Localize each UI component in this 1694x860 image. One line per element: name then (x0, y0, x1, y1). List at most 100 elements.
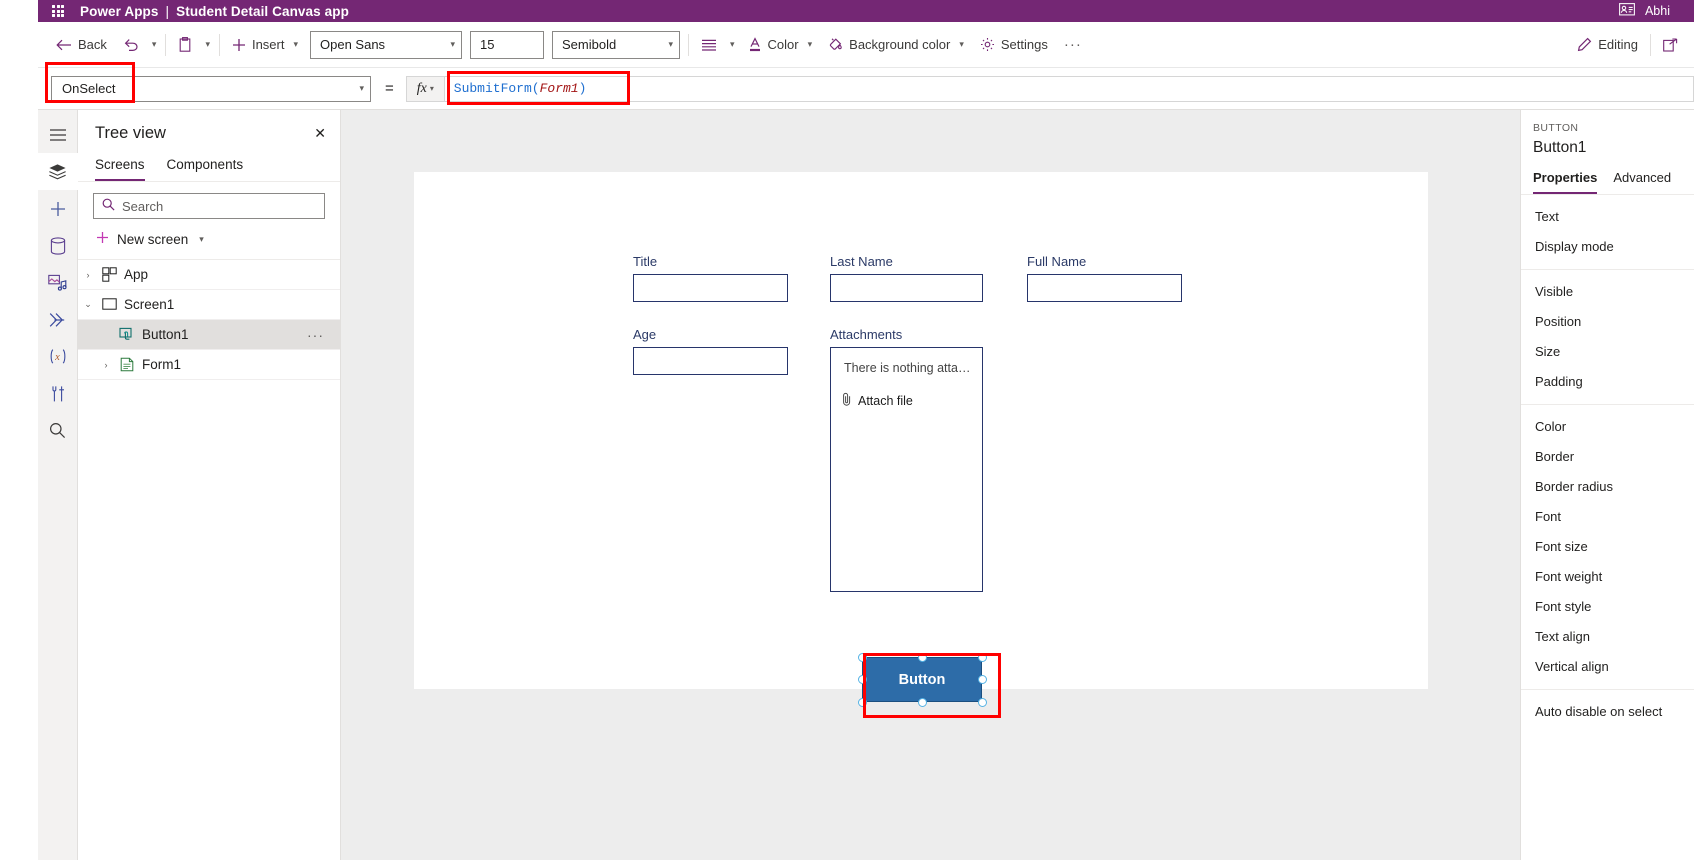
text-input-age[interactable] (633, 347, 788, 375)
tree-node-app[interactable]: › App (78, 260, 340, 290)
sidebar-item-power-automate[interactable] (38, 301, 78, 338)
resize-handle-middle-left[interactable] (857, 675, 867, 684)
resize-handle-bottom-right[interactable] (977, 697, 987, 707)
property-row-size[interactable]: Size (1521, 336, 1694, 366)
font-weight-select[interactable]: Semibold ▾ (552, 30, 681, 59)
tab-properties[interactable]: Properties (1533, 170, 1598, 194)
property-row-color[interactable]: Color (1521, 411, 1694, 441)
canvas-button-label: Button (898, 671, 946, 688)
form-field-age[interactable]: Age (633, 327, 788, 375)
resize-handle-top-right[interactable] (977, 652, 987, 662)
text-align-chevron-down-icon[interactable]: ▾ (725, 29, 740, 61)
property-row-border[interactable]: Border (1521, 441, 1694, 471)
property-row-position[interactable]: Position (1521, 306, 1694, 336)
hamburger-menu-icon[interactable] (38, 116, 78, 153)
undo-dropdown-chevron-down-icon[interactable]: ▾ (147, 29, 162, 61)
properties-panel-tabs: Properties Advanced (1521, 157, 1694, 195)
form-field-last-name[interactable]: Last Name (830, 254, 983, 302)
attach-file-button[interactable]: Attach file (842, 392, 913, 409)
background-color-chevron-down-icon[interactable]: ▾ (959, 39, 964, 50)
text-align-button[interactable] (693, 29, 725, 61)
property-row-font[interactable]: Font (1521, 501, 1694, 531)
properties-group-content: Text Display mode (1521, 195, 1694, 270)
insert-chevron-down-icon[interactable]: ▾ (293, 39, 298, 50)
chevron-right-icon[interactable]: › (78, 270, 98, 280)
canvas-submit-button[interactable]: Button (862, 657, 982, 702)
undo-button[interactable] (115, 29, 147, 61)
share-button[interactable] (1655, 29, 1686, 61)
property-row-font-style[interactable]: Font style (1521, 591, 1694, 621)
product-name[interactable]: Power Apps (80, 4, 159, 19)
property-row-auto-disable[interactable]: Auto disable on select (1521, 696, 1694, 726)
close-icon[interactable]: ✕ (314, 125, 326, 142)
app-screen-canvas[interactable]: Title Last Name Full Name Age Attachment… (414, 172, 1428, 707)
tab-advanced[interactable]: Advanced (1613, 170, 1671, 194)
property-row-border-radius[interactable]: Border radius (1521, 471, 1694, 501)
sidebar-item-tree-view[interactable] (37, 153, 78, 190)
color-chevron-down-icon[interactable]: ▾ (808, 39, 813, 50)
property-row-text[interactable]: Text (1521, 201, 1694, 231)
property-row-text-align[interactable]: Text align (1521, 621, 1694, 651)
resize-handle-top-center[interactable] (917, 652, 927, 662)
search-input[interactable]: Search (93, 193, 325, 219)
tree-view-tabs: Screens Components (78, 143, 340, 182)
undo-icon (123, 38, 139, 52)
text-input-last-name[interactable] (830, 274, 983, 302)
user-name[interactable]: Abhi (1645, 4, 1670, 18)
background-color-button[interactable]: Background color ▾ (820, 29, 972, 61)
settings-button[interactable]: Settings (972, 29, 1056, 61)
font-size-input[interactable]: 15 (470, 30, 545, 59)
new-screen-button[interactable]: New screen ▾ (78, 219, 340, 260)
resize-handle-bottom-left[interactable] (857, 697, 867, 707)
left-icon-rail: x (37, 110, 78, 860)
resize-handle-middle-right[interactable] (977, 675, 987, 684)
property-row-font-weight[interactable]: Font weight (1521, 561, 1694, 591)
app-launcher-waffle-icon[interactable] (52, 5, 66, 17)
formula-function-name: SubmitForm (453, 81, 532, 96)
contact-card-icon[interactable] (1619, 3, 1635, 19)
fx-button[interactable]: fx ▾ (405, 75, 444, 102)
top-app-bar: Power Apps | Student Detail Canvas app A… (38, 0, 1694, 22)
form-field-attachments[interactable]: Attachments There is nothing atta… Attac… (830, 327, 983, 592)
sidebar-item-variables[interactable]: x (38, 338, 78, 375)
tab-components[interactable]: Components (167, 157, 244, 181)
form-field-full-name[interactable]: Full Name (1027, 254, 1182, 302)
editing-mode-button[interactable]: Editing (1569, 29, 1646, 61)
text-input-title[interactable] (633, 274, 788, 302)
tree-node-screen1[interactable]: ⌄ Screen1 (78, 290, 340, 320)
sidebar-item-data[interactable] (38, 227, 78, 264)
sidebar-item-media[interactable] (38, 264, 78, 301)
chevron-down-icon[interactable]: ▾ (199, 234, 204, 245)
font-family-select[interactable]: Open Sans ▾ (310, 30, 463, 59)
editing-label: Editing (1598, 37, 1638, 52)
tree-node-button1[interactable]: Button1 ··· (78, 320, 340, 350)
sidebar-item-search[interactable] (38, 412, 78, 449)
paste-button[interactable] (170, 29, 200, 61)
resize-handle-bottom-center[interactable] (917, 697, 927, 707)
more-commands-button[interactable]: ··· (1056, 29, 1090, 61)
property-selector[interactable]: OnSelect ▾ (51, 75, 371, 102)
chevron-right-icon[interactable]: › (96, 360, 116, 370)
formula-argument: Form1 (539, 81, 579, 96)
tree-node-more-options-icon[interactable]: ··· (307, 327, 340, 343)
canvas-work-area[interactable]: Title Last Name Full Name Age Attachment… (341, 110, 1520, 860)
text-input-full-name[interactable] (1027, 274, 1182, 302)
form-field-title[interactable]: Title (633, 254, 788, 302)
property-row-font-size[interactable]: Font size (1521, 531, 1694, 561)
insert-button[interactable]: Insert ▾ (224, 29, 306, 61)
property-row-visible[interactable]: Visible (1521, 276, 1694, 306)
sidebar-item-advanced-tools[interactable] (38, 375, 78, 412)
chevron-down-icon[interactable]: ⌄ (78, 299, 98, 310)
tree-node-form1[interactable]: › Form1 (78, 350, 340, 380)
formula-input[interactable]: SubmitForm(Form1) (443, 75, 1694, 102)
sidebar-item-insert[interactable] (38, 190, 78, 227)
font-color-button[interactable]: Color ▾ (740, 29, 821, 61)
resize-handle-top-left[interactable] (857, 652, 867, 662)
property-row-display-mode[interactable]: Display mode (1521, 231, 1694, 261)
tab-screens[interactable]: Screens (95, 157, 145, 181)
back-button[interactable]: Back (48, 29, 115, 61)
property-row-padding[interactable]: Padding (1521, 366, 1694, 396)
paste-dropdown-chevron-down-icon[interactable]: ▾ (200, 29, 215, 61)
property-row-vertical-align[interactable]: Vertical align (1521, 651, 1694, 681)
attachment-control[interactable]: There is nothing atta… Attach file (830, 347, 983, 592)
